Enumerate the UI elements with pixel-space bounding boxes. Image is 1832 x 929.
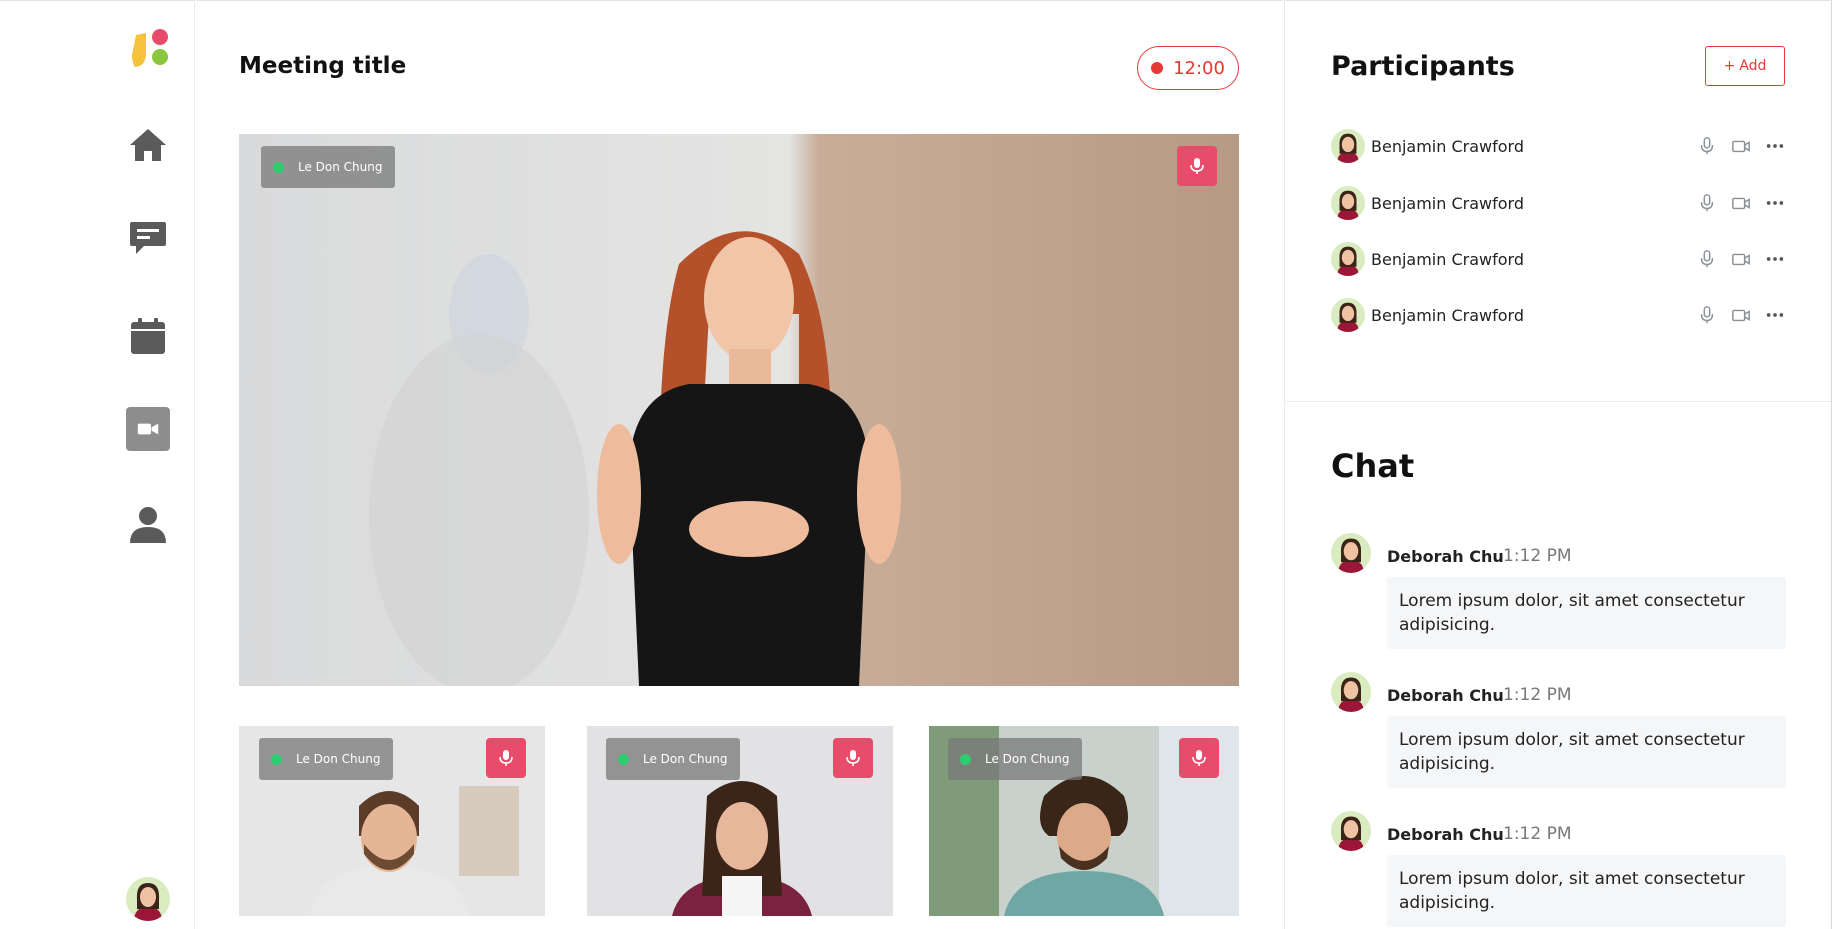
- user-icon: [130, 507, 166, 543]
- online-status-icon: [960, 753, 971, 765]
- video-camera-icon: [137, 423, 159, 435]
- sidebar: [0, 0, 195, 929]
- chat-author-avatar: [1331, 533, 1371, 573]
- chat-author-avatar: [1331, 672, 1371, 712]
- chat-timestamp: 1:12 PM: [1503, 546, 1572, 566]
- add-button-label: Add: [1739, 58, 1767, 74]
- microphone-icon[interactable]: [1696, 304, 1718, 326]
- microphone-icon: [1192, 750, 1206, 766]
- participant-name-tag: Le Don Chung: [606, 738, 740, 780]
- participant-tools: [1696, 304, 1786, 326]
- participant-avatar: [1331, 242, 1365, 276]
- online-status-icon: [271, 753, 282, 765]
- app-logo[interactable]: [130, 27, 170, 69]
- speaker-name-tag: Le Don Chung: [261, 146, 395, 188]
- participant-row[interactable]: Benjamin Crawford: [1331, 298, 1786, 332]
- microphone-icon: [499, 750, 513, 766]
- more-options-icon[interactable]: [1764, 192, 1786, 214]
- nav-video[interactable]: [126, 407, 170, 451]
- participant-video-3[interactable]: Le Don Chung: [929, 726, 1239, 916]
- participants-title: Participants: [1331, 51, 1515, 82]
- participant-tools: [1696, 192, 1786, 214]
- more-options-icon[interactable]: [1764, 304, 1786, 326]
- nav-messages[interactable]: [126, 216, 170, 260]
- microphone-icon[interactable]: [1696, 135, 1718, 157]
- participant-row[interactable]: Benjamin Crawford: [1331, 129, 1786, 163]
- nav-home[interactable]: [126, 123, 170, 167]
- participant-name-tag: Le Don Chung: [259, 738, 393, 780]
- online-status-icon: [618, 753, 629, 765]
- speaker-name: Le Don Chung: [298, 160, 383, 174]
- nav-profile[interactable]: [126, 503, 170, 547]
- chat-author-name: Deborah Chu: [1387, 686, 1504, 705]
- participant-mic-button[interactable]: [1179, 738, 1219, 778]
- chat-author-name: Deborah Chu: [1387, 547, 1504, 566]
- chat-icon: [130, 222, 166, 254]
- video-camera-icon[interactable]: [1730, 192, 1752, 214]
- video-camera-icon[interactable]: [1730, 304, 1752, 326]
- participant-avatar: [1331, 186, 1365, 220]
- participant-video-2[interactable]: Le Don Chung: [587, 726, 893, 916]
- chat-author-name: Deborah Chu: [1387, 825, 1504, 844]
- participant-tools: [1696, 248, 1786, 270]
- participant-mic-button[interactable]: [486, 738, 526, 778]
- chat-author-avatar: [1331, 811, 1371, 851]
- chat-timestamp: 1:12 PM: [1503, 824, 1572, 844]
- current-user-avatar[interactable]: [126, 877, 170, 921]
- participant-tools: [1696, 135, 1786, 157]
- timer-value: 12:00: [1173, 57, 1225, 79]
- microphone-icon: [846, 750, 860, 766]
- participant-name: Benjamin Crawford: [1371, 193, 1524, 213]
- participant-avatar: [1331, 298, 1365, 332]
- chat-message-text: Lorem ipsum dolor, sit amet consectetur …: [1387, 716, 1786, 788]
- online-status-icon: [273, 161, 284, 173]
- participant-name: Le Don Chung: [643, 752, 728, 766]
- home-icon: [130, 129, 166, 161]
- microphone-icon[interactable]: [1696, 248, 1718, 270]
- video-meeting-app: Meeting title 12:00 Le Don Chung Le Don …: [0, 0, 1832, 929]
- add-participant-button[interactable]: + Add: [1705, 46, 1785, 86]
- chat-timestamp: 1:12 PM: [1503, 685, 1572, 705]
- more-options-icon[interactable]: [1764, 248, 1786, 270]
- video-camera-icon[interactable]: [1730, 248, 1752, 270]
- participant-video-1[interactable]: Le Don Chung: [239, 726, 545, 916]
- participant-name: Benjamin Crawford: [1371, 305, 1524, 325]
- video-camera-icon[interactable]: [1730, 135, 1752, 157]
- participant-avatar: [1331, 129, 1365, 163]
- participant-row[interactable]: Benjamin Crawford: [1331, 186, 1786, 220]
- main-speaker-video[interactable]: Le Don Chung: [239, 134, 1239, 686]
- panel-divider: [1285, 401, 1831, 402]
- participant-name: Benjamin Crawford: [1371, 136, 1524, 156]
- speaker-mic-button[interactable]: [1177, 146, 1217, 186]
- speaker-video-frame: [239, 134, 1239, 686]
- participant-name: Le Don Chung: [985, 752, 1070, 766]
- meeting-title: Meeting title: [239, 53, 407, 79]
- participant-mic-button[interactable]: [833, 738, 873, 778]
- meeting-area: Meeting title 12:00 Le Don Chung Le Don …: [196, 0, 1283, 929]
- recording-dot-icon: [1151, 62, 1164, 74]
- microphone-icon: [1190, 158, 1204, 174]
- nav-calendar[interactable]: [126, 314, 170, 358]
- chat-message-text: Lorem ipsum dolor, sit amet consectetur …: [1387, 855, 1786, 927]
- more-options-icon[interactable]: [1764, 135, 1786, 157]
- participant-name-tag: Le Don Chung: [948, 738, 1082, 780]
- participant-row[interactable]: Benjamin Crawford: [1331, 242, 1786, 276]
- recording-timer[interactable]: 12:00: [1137, 46, 1239, 90]
- side-panel: Participants + Add Benjamin Crawford Ben…: [1284, 0, 1832, 929]
- plus-icon: +: [1723, 58, 1736, 74]
- participant-name: Le Don Chung: [296, 752, 381, 766]
- chat-message-text: Lorem ipsum dolor, sit amet consectetur …: [1387, 577, 1786, 649]
- microphone-icon[interactable]: [1696, 192, 1718, 214]
- participant-name: Benjamin Crawford: [1371, 249, 1524, 269]
- chat-title: Chat: [1331, 447, 1415, 485]
- calendar-icon: [131, 318, 165, 354]
